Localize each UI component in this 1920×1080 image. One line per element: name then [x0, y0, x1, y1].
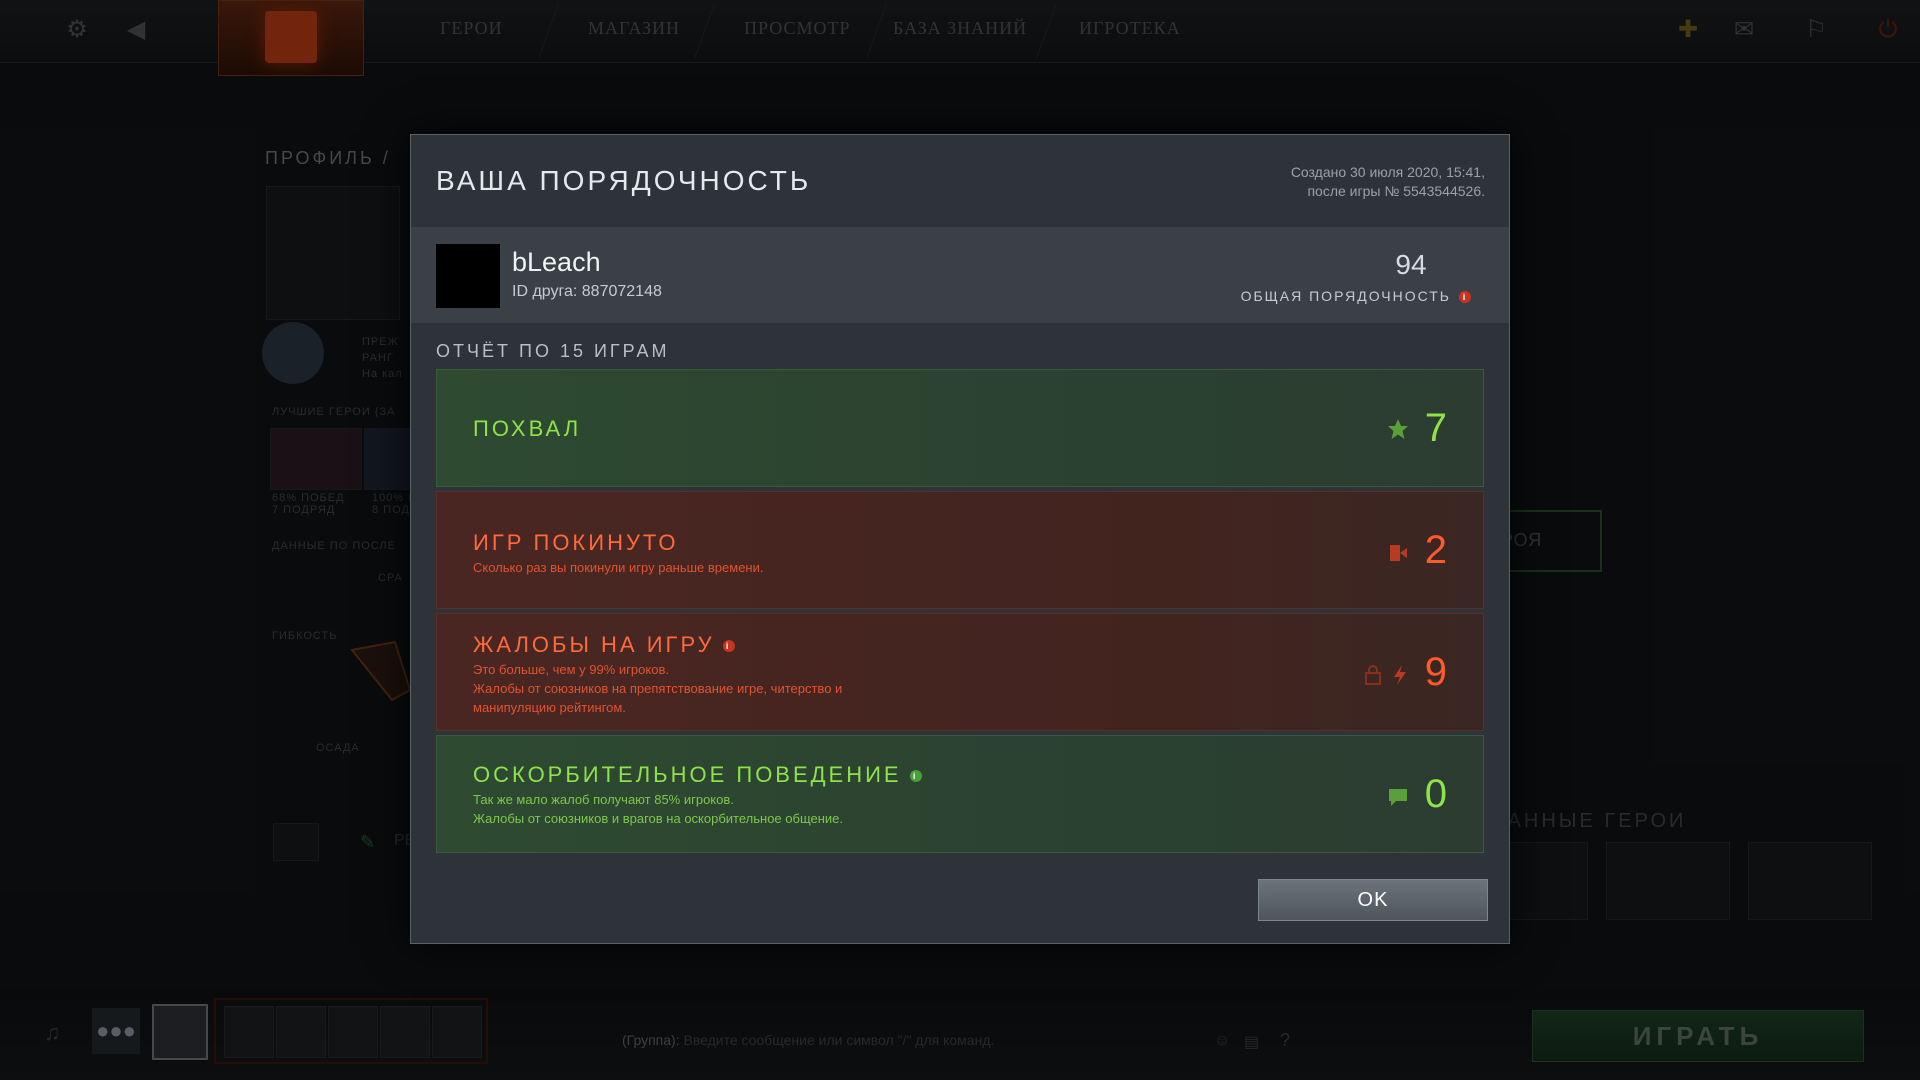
card-description-line: Жалобы от союзников и врагов на оскорбит…	[473, 811, 844, 826]
card-description-line: Жалобы от союзников на препятствование и…	[473, 681, 843, 696]
card-description-line: Это больше, чем у 99% игроков.	[473, 662, 669, 677]
card-title: ПОХВАЛ	[473, 416, 582, 441]
commends-value: 7	[1424, 406, 1447, 450]
reports-card: ЖАЛОБЫ НА ИГРУ i Это больше, чем у 99% иг…	[436, 613, 1484, 731]
reports-value: 9	[1424, 650, 1447, 694]
dialog-title: ВАША ПОРЯДОЧНОСТЬ	[436, 165, 812, 196]
abandons-card: ИГР ПОКИНУТО Сколько раз вы покинули игр…	[436, 491, 1484, 609]
card-title: ИГР ПОКИНУТО	[473, 530, 679, 555]
ok-button[interactable]: OK	[1258, 879, 1488, 921]
card-title: ЖАЛОБЫ НА ИГРУ	[473, 632, 715, 657]
card-description-line: Так же мало жалоб получают 85% игроков.	[473, 792, 734, 807]
card-description: Это больше, чем у 99% игроков. Жалобы от…	[473, 660, 842, 717]
comms-abuse-card: ОСКОРБИТЕЛЬНОЕ ПОВЕДЕНИЕ i Так же мало жа…	[436, 735, 1484, 853]
friend-id: ID друга: 887072148	[512, 283, 662, 300]
player-row: bLeach ID друга: 887072148 94 ОБЩАЯ ПОРЯ…	[411, 227, 1509, 323]
card-description: Так же мало жалоб получают 85% игроков. …	[473, 790, 843, 828]
avatar	[436, 244, 500, 308]
conduct-score-label-text: ОБЩАЯ ПОРЯДОЧНОСТЬ	[1240, 288, 1451, 304]
created-info: Создано 30 июля 2020, 15:41, после игры …	[1291, 163, 1485, 201]
card-title-row: ОСКОРБИТЕЛЬНОЕ ПОВЕДЕНИЕ i	[473, 762, 922, 788]
created-match: после игры № 5543544526.	[1307, 183, 1485, 199]
card-description-line: манипуляцию рейтингом.	[473, 700, 626, 715]
created-date: Создано 30 июля 2020, 15:41,	[1290, 164, 1485, 180]
lightning-icon	[1394, 665, 1406, 685]
info-icon[interactable]: i	[722, 640, 735, 653]
commends-card: ПОХВАЛ 7	[436, 369, 1484, 487]
abandons-value: 2	[1424, 528, 1447, 572]
info-icon[interactable]: i	[909, 770, 922, 783]
comms-value: 0	[1424, 772, 1447, 816]
report-title: ОТЧЁТ ПО 15 ИГРАМ	[436, 341, 670, 361]
info-icon[interactable]: i	[1459, 291, 1471, 304]
card-title-row: ЖАЛОБЫ НА ИГРУ i	[473, 632, 735, 658]
card-description: Сколько раз вы покинули игру раньше врем…	[473, 560, 764, 575]
lock-icon	[1365, 665, 1381, 685]
star-icon	[1388, 419, 1408, 439]
card-title: ОСКОРБИТЕЛЬНОЕ ПОВЕДЕНИЕ	[473, 762, 902, 787]
chat-bubble-icon	[1389, 789, 1407, 806]
conduct-score-label: ОБЩАЯ ПОРЯДОЧНОСТЬ i	[1166, 288, 1471, 304]
conduct-score: 94	[1395, 249, 1427, 280]
exit-door-icon	[1390, 545, 1407, 561]
conduct-summary-dialog: ВАША ПОРЯДОЧНОСТЬ Создано 30 июля 2020, …	[410, 134, 1510, 944]
player-name: bLeach	[512, 247, 601, 277]
